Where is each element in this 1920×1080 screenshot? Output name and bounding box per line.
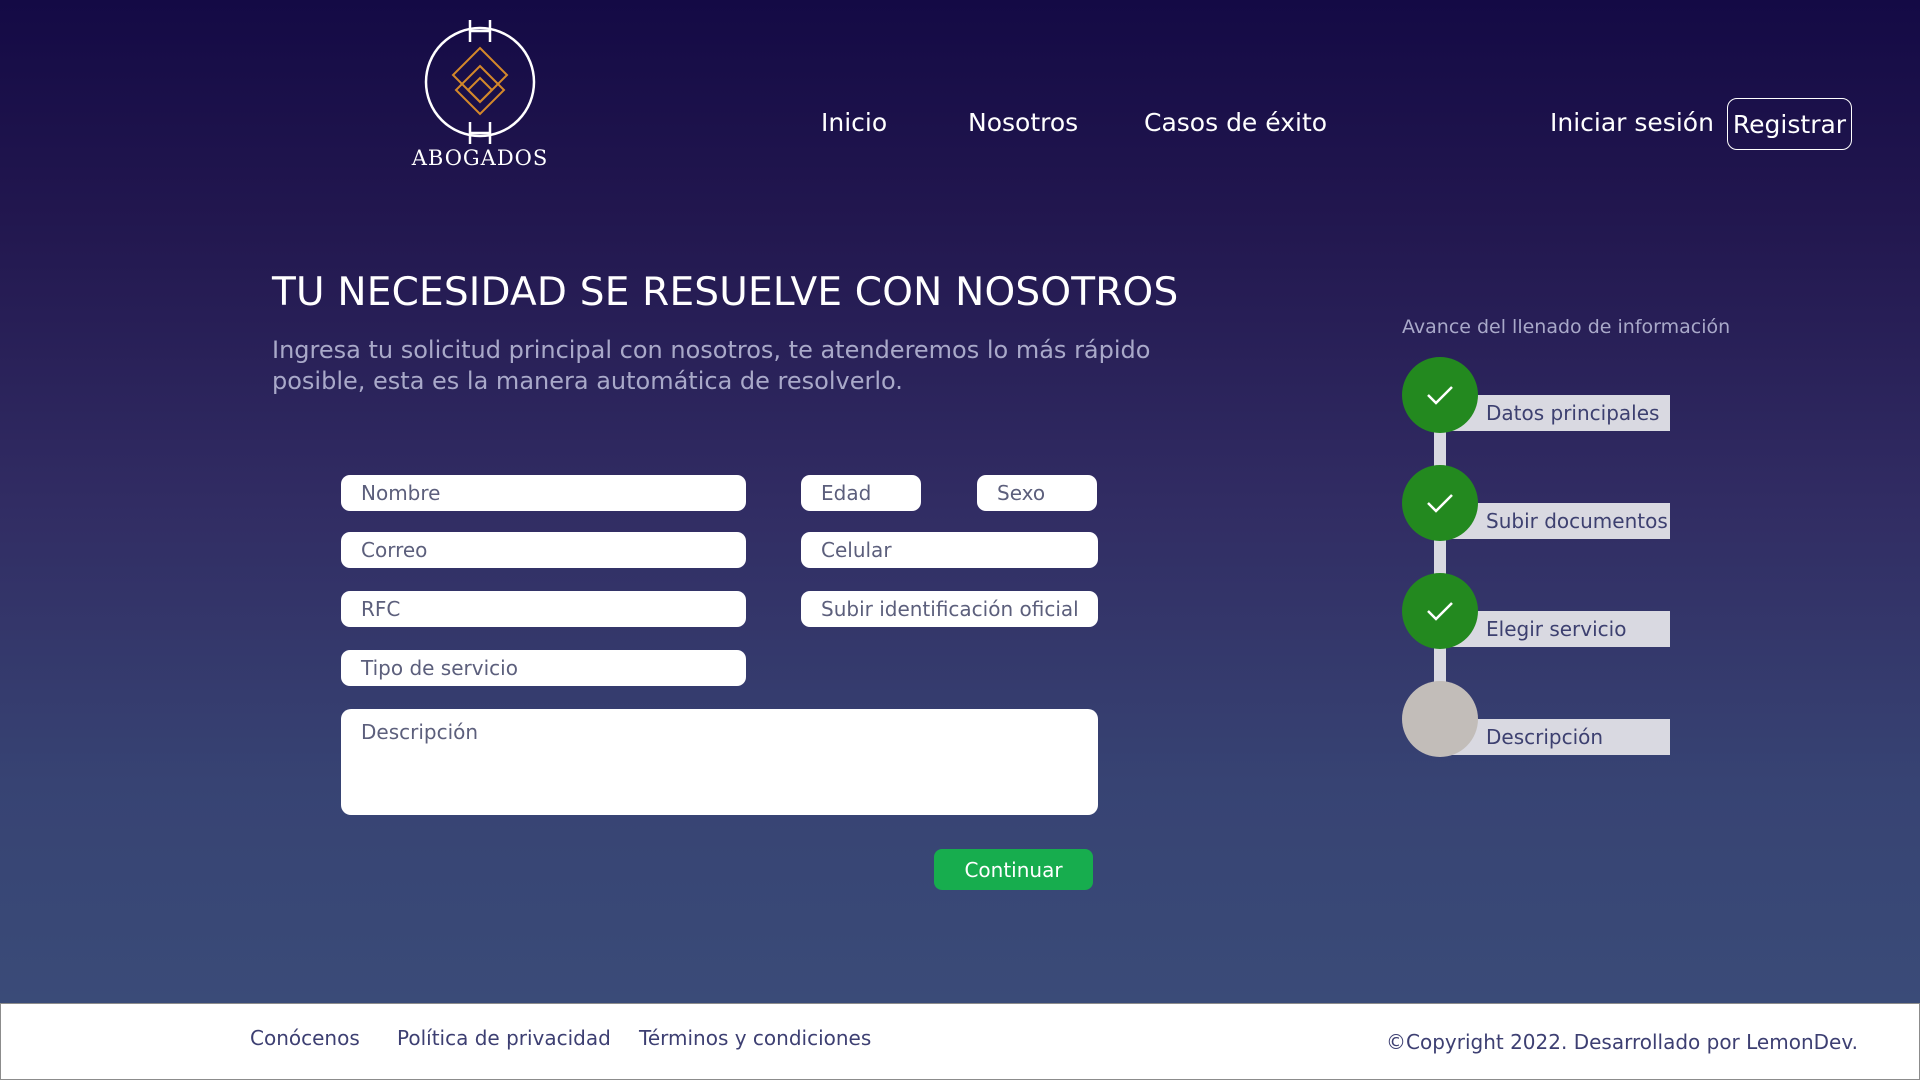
nav-casos-de-exito[interactable]: Casos de éxito <box>1144 108 1327 137</box>
tipo-servicio-input[interactable]: Tipo de servicio <box>341 650 746 686</box>
page-title: TU NECESIDAD SE RESUELVE CON NOSOTROS <box>272 270 1179 315</box>
continue-button[interactable]: Continuar <box>934 849 1093 890</box>
edad-input[interactable]: Edad <box>801 475 921 511</box>
brand-logo[interactable]: ABOGADOS <box>405 18 555 178</box>
footer-link-privacidad[interactable]: Política de privacidad <box>397 1026 611 1050</box>
correo-input[interactable]: Correo <box>341 532 746 568</box>
step-circle-datos <box>1402 357 1478 433</box>
hero-section: ABOGADOS Inicio Nosotros Casos de éxito … <box>0 0 1920 1003</box>
nav-nosotros[interactable]: Nosotros <box>968 108 1078 137</box>
progress-title: Avance del llenado de información <box>1402 316 1731 338</box>
step-circle-descripcion <box>1402 681 1478 757</box>
nombre-input[interactable]: Nombre <box>341 475 746 511</box>
sexo-input[interactable]: Sexo <box>977 475 1097 511</box>
rfc-input[interactable]: RFC <box>341 591 746 627</box>
page-subtitle: Ingresa tu solicitud principal con nosot… <box>272 336 1151 395</box>
footer-link-terminos[interactable]: Términos y condiciones <box>639 1026 871 1050</box>
footer: Conócenos Política de privacidad Término… <box>0 1003 1920 1080</box>
step-circle-servicio <box>1402 573 1478 649</box>
identificacion-upload[interactable]: Subir identificación oficial <box>801 591 1098 627</box>
descripcion-textarea[interactable]: Descripción <box>341 709 1098 815</box>
login-link[interactable]: Iniciar sesión <box>1550 108 1714 137</box>
footer-link-conocenos[interactable]: Conócenos <box>250 1026 360 1050</box>
copyright-text: ©Copyright 2022. Desarrollado por LemonD… <box>1386 1030 1858 1054</box>
progress-connector <box>1434 395 1446 725</box>
check-icon <box>1427 494 1453 513</box>
register-button[interactable]: Registrar <box>1727 98 1852 150</box>
nav-inicio[interactable]: Inicio <box>821 108 887 137</box>
diamond-emblem-icon <box>424 20 536 144</box>
check-icon <box>1427 386 1453 405</box>
step-circle-documentos <box>1402 465 1478 541</box>
celular-input[interactable]: Celular <box>801 532 1098 568</box>
logo-text: ABOGADOS <box>411 146 549 170</box>
check-icon <box>1427 602 1453 621</box>
